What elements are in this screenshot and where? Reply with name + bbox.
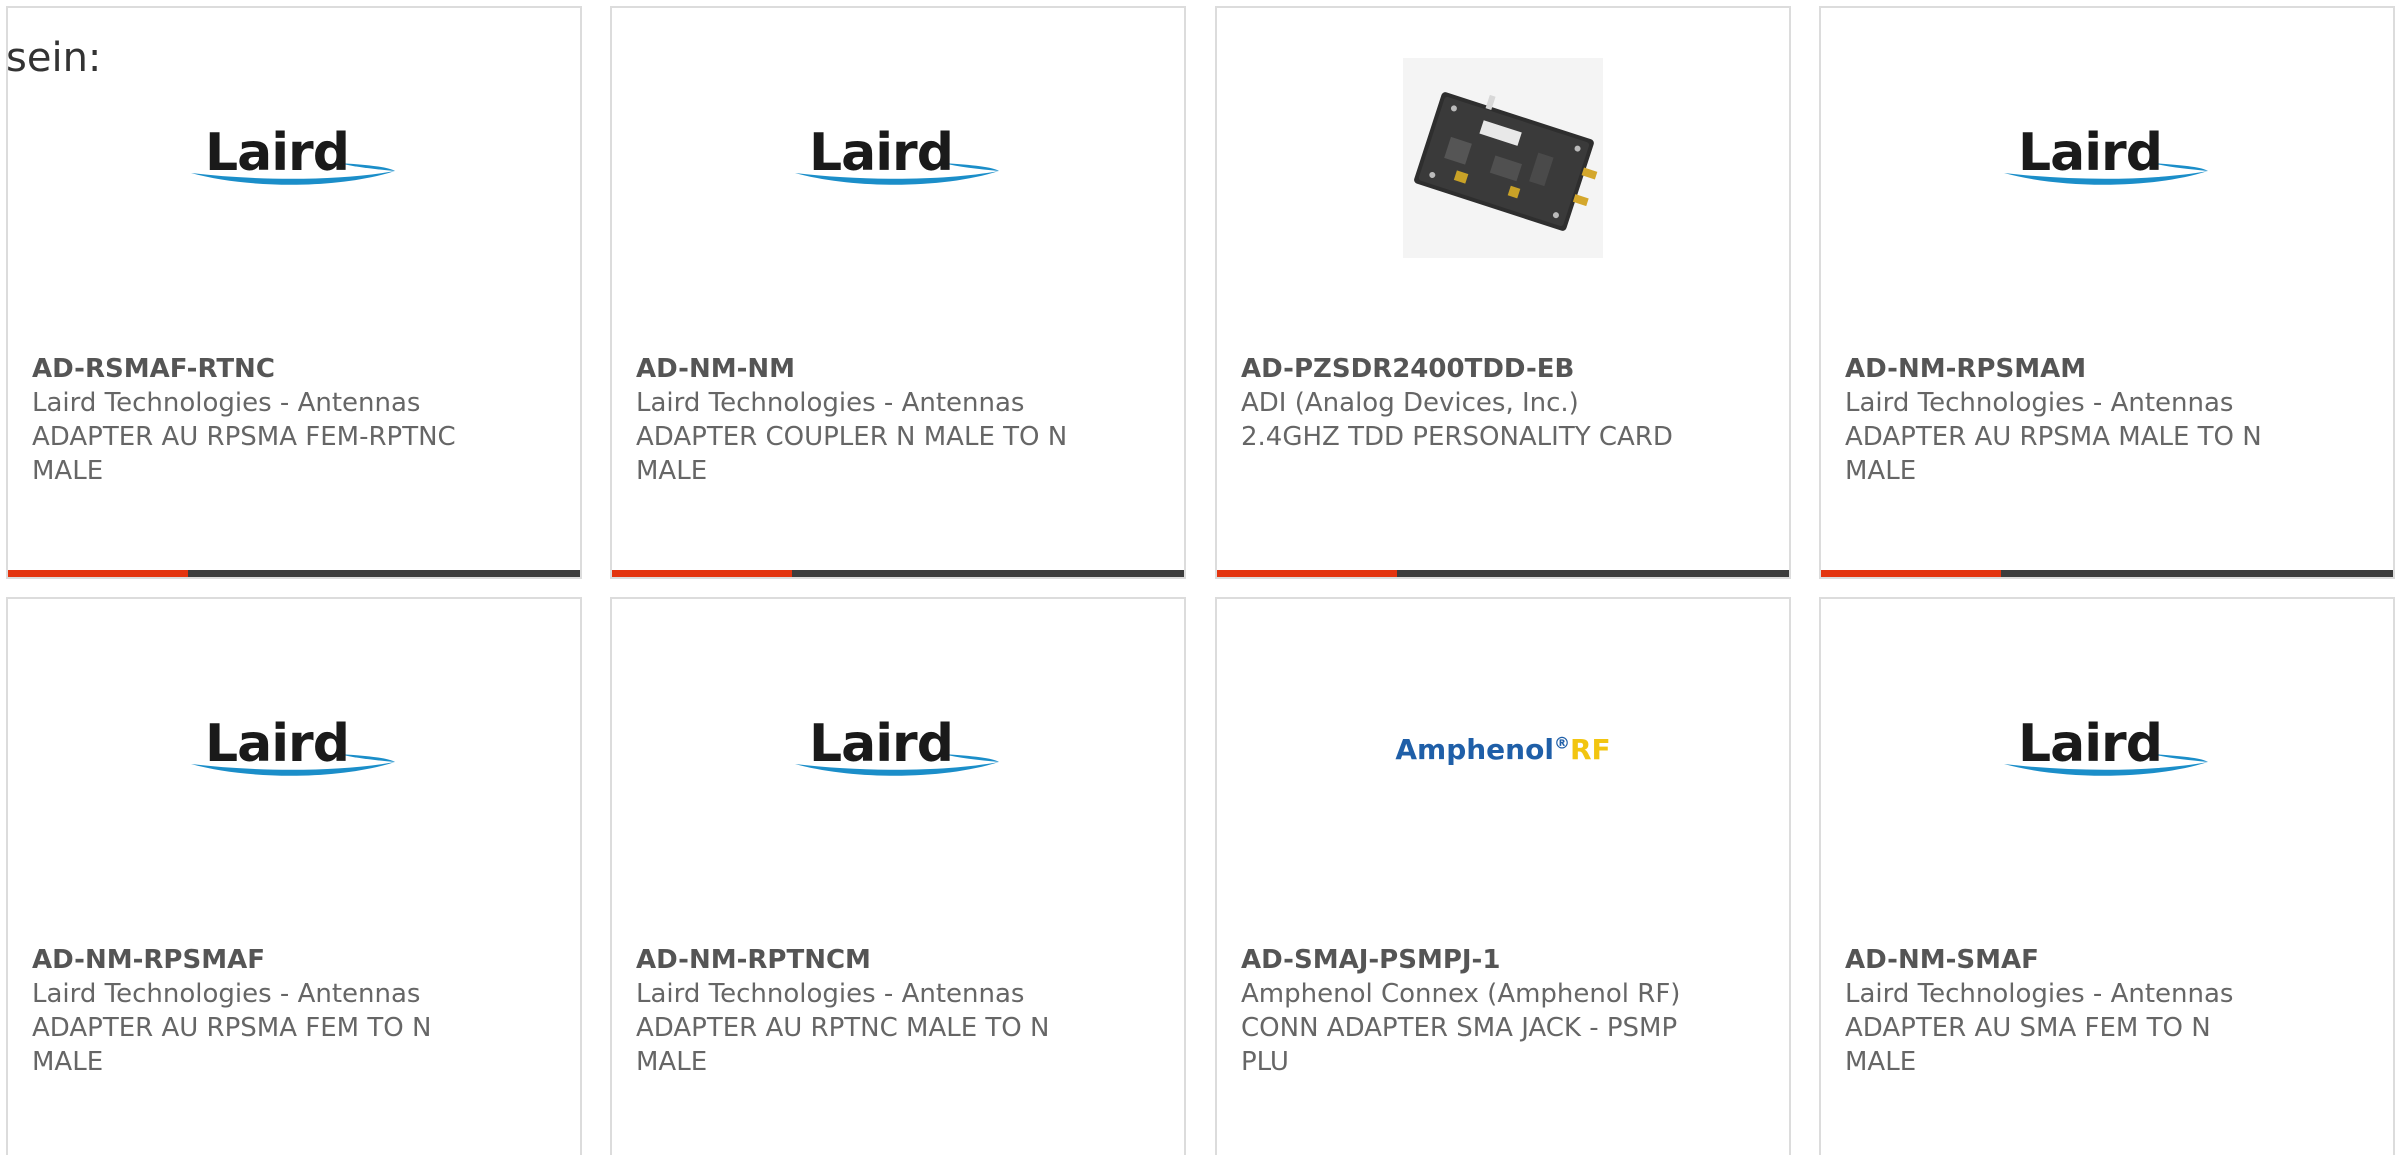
product-image[interactable]: Laird [1821,78,2393,238]
product-info: AD-PZSDR2400TDD-EB ADI (Analog Devices, I… [1241,352,1681,454]
product-card[interactable]: Laird AD-NM-SMAF Laird Technologies - Ant… [1819,597,2395,1155]
part-number[interactable]: AD-NM-SMAF [1845,943,2285,977]
manufacturer-name: Laird Technologies - Antennas [32,388,421,418]
laird-logo: Laird [189,714,399,784]
product-image[interactable]: Laird [612,78,1184,238]
product-card[interactable]: Laird AD-RSMAF-RTNC Laird Technologies - … [6,6,582,579]
product-info: AD-NM-RPSMAF Laird Technologies - Antenna… [32,943,472,1079]
manufacturer-name: Laird Technologies - Antennas [1845,979,2234,1009]
product-description: ADAPTER AU SMA FEM TO N MALE [1845,1013,2211,1077]
manufacturer-name: Laird Technologies - Antennas [636,979,1025,1009]
product-card[interactable]: Laird AD-NM-RPTNCM Laird Technologies - A… [610,597,1186,1155]
laird-wordmark: Laird [2018,123,2163,183]
product-card[interactable]: Laird AD-NM-RPSMAF Laird Technologies - A… [6,597,582,1155]
laird-wordmark: Laird [205,714,350,774]
manufacturer-name: Laird Technologies - Antennas [32,979,421,1009]
product-description: 2.4GHZ TDD PERSONALITY CARD [1241,422,1673,452]
product-description: ADAPTER COUPLER N MALE TO N MALE [636,422,1068,486]
part-number[interactable]: AD-NM-RPSMAM [1845,352,2285,386]
product-image[interactable]: Laird [8,669,580,829]
card-accent-bar [8,570,580,577]
intro-text: sein: [6,35,102,81]
laird-wordmark: Laird [205,123,350,183]
registered-mark: ® [1553,733,1570,753]
product-image[interactable]: Laird [8,78,580,238]
laird-logo: Laird [2002,714,2212,784]
laird-wordmark: Laird [2018,714,2163,774]
manufacturer-name: Laird Technologies - Antennas [636,388,1025,418]
product-info: AD-NM-NM Laird Technologies - Antennas ADA… [636,352,1076,488]
card-accent-bar [1217,570,1789,577]
card-accent-bar [1821,570,2393,577]
laird-logo: Laird [189,123,399,193]
product-image[interactable] [1217,58,1789,258]
product-card[interactable]: AD-PZSDR2400TDD-EB ADI (Analog Devices, I… [1215,6,1791,579]
part-number[interactable]: AD-RSMAF-RTNC [32,352,472,386]
product-image[interactable]: Laird [1821,669,2393,829]
product-card[interactable]: Amphenol®RF AD-SMAJ-PSMPJ-1 Amphenol Conn… [1215,597,1791,1155]
manufacturer-name: ADI (Analog Devices, Inc.) [1241,388,1579,418]
manufacturer-name: Laird Technologies - Antennas [1845,388,2234,418]
product-description: ADAPTER AU RPSMA MALE TO N MALE [1845,422,2262,486]
laird-wordmark: Laird [809,123,954,183]
product-grid-page: sein: Laird AD-RSMAF-RTNC Laird Technolog… [0,0,2400,1155]
part-number[interactable]: AD-NM-RPSMAF [32,943,472,977]
product-description: ADAPTER AU RPSMA FEM TO N MALE [32,1013,432,1077]
product-info: AD-SMAJ-PSMPJ-1 Amphenol Connex (Amphenol… [1241,943,1681,1079]
part-number[interactable]: AD-NM-NM [636,352,1076,386]
laird-logo: Laird [2002,123,2212,193]
product-description: ADAPTER AU RPSMA FEM-RPTNC MALE [32,422,456,486]
product-description: ADAPTER AU RPTNC MALE TO N MALE [636,1013,1050,1077]
circuit-board-photo [1403,58,1603,258]
part-number[interactable]: AD-SMAJ-PSMPJ-1 [1241,943,1681,977]
laird-logo: Laird [793,123,1003,193]
product-card[interactable]: Laird AD-NM-NM Laird Technologies - Anten… [610,6,1186,579]
product-info: AD-NM-SMAF Laird Technologies - Antennas A… [1845,943,2285,1079]
laird-wordmark: Laird [809,714,954,774]
product-description: CONN ADAPTER SMA JACK - PSMP PLU [1241,1013,1678,1077]
product-image[interactable]: Amphenol®RF [1217,669,1789,829]
card-accent-bar [612,570,1184,577]
part-number[interactable]: AD-PZSDR2400TDD-EB [1241,352,1681,386]
product-card[interactable]: Laird AD-NM-RPSMAM Laird Technologies - A… [1819,6,2395,579]
product-info: AD-RSMAF-RTNC Laird Technologies - Antenn… [32,352,472,488]
product-info: AD-NM-RPTNCM Laird Technologies - Antenna… [636,943,1076,1079]
product-image[interactable]: Laird [612,669,1184,829]
laird-logo: Laird [793,714,1003,784]
amphenol-wordmark: Amphenol [1395,732,1554,766]
rf-wordmark: RF [1569,732,1611,766]
part-number[interactable]: AD-NM-RPTNCM [636,943,1076,977]
manufacturer-name: Amphenol Connex (Amphenol RF) [1241,979,1681,1009]
amphenol-rf-logo: Amphenol®RF [1395,733,1610,766]
product-info: AD-NM-RPSMAM Laird Technologies - Antenna… [1845,352,2285,488]
